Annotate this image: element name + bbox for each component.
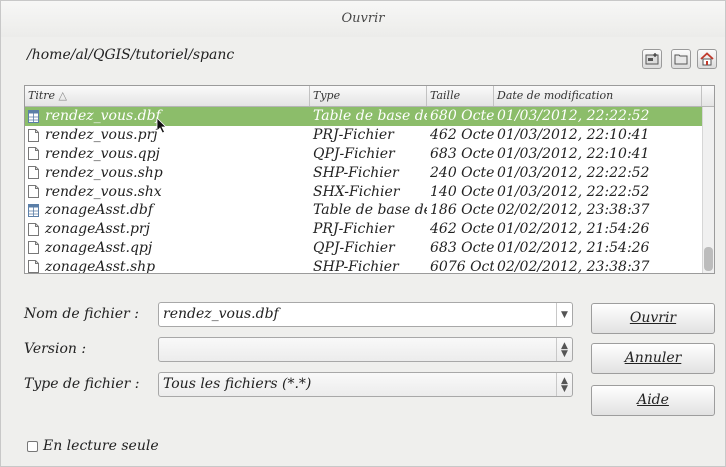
filename-input[interactable]: rendez_vous.dbf ▼ bbox=[158, 302, 573, 327]
column-header-type[interactable]: Type bbox=[310, 86, 427, 106]
current-path: /home/al/QGIS/tutoriel/spanc bbox=[27, 47, 235, 63]
file-size: 462 Octet: bbox=[430, 221, 494, 238]
file-type: Table de base de d bbox=[313, 202, 427, 219]
table-row[interactable]: rendez_vous.shx SHX-Fichier 140 Octet:01/0… bbox=[25, 182, 714, 201]
file-name: zonageAsst.prj bbox=[45, 221, 150, 238]
file-name: rendez_vous.shp bbox=[45, 164, 163, 181]
file-size: 240 Octet: bbox=[430, 164, 494, 181]
document-file-icon bbox=[28, 185, 39, 199]
new-folder-icon bbox=[645, 53, 659, 65]
window-title: Ouvrir bbox=[1, 1, 725, 37]
document-file-icon bbox=[28, 128, 39, 142]
file-size: 683 Octet: bbox=[430, 145, 494, 162]
file-modified: 01/03/2012, 22:22:52 bbox=[497, 164, 650, 181]
help-button[interactable]: Aide bbox=[591, 385, 715, 416]
table-row[interactable]: zonageAsst.qpj QPJ-Fichier 683 Octet:01/02… bbox=[25, 239, 714, 258]
file-type: PRJ-Fichier bbox=[313, 221, 394, 238]
file-list[interactable]: Titre △ Type Taille Date de modification… bbox=[24, 85, 715, 274]
table-row[interactable]: zonageAsst.dbf Table de base de d186 Octe… bbox=[25, 201, 714, 220]
document-file-icon bbox=[28, 166, 39, 180]
folder-up-button[interactable] bbox=[671, 49, 691, 69]
cancel-button[interactable]: Annuler bbox=[591, 343, 715, 374]
column-header-modified[interactable]: Date de modification bbox=[494, 86, 702, 106]
file-type: PRJ-Fichier bbox=[313, 127, 394, 144]
column-header-size[interactable]: Taille bbox=[427, 86, 494, 106]
file-size: 140 Octet: bbox=[430, 183, 494, 200]
spin-arrows-icon[interactable]: ▲ ▼ bbox=[556, 373, 572, 396]
document-file-icon bbox=[28, 241, 39, 255]
file-modified: 01/03/2012, 22:10:41 bbox=[497, 145, 650, 162]
filetype-value: Tous les fichiers (*.*) bbox=[163, 376, 312, 392]
document-file-icon bbox=[28, 147, 39, 161]
file-type: Table de base de d bbox=[313, 108, 427, 125]
new-folder-button[interactable] bbox=[642, 49, 662, 69]
scrollbar-thumb[interactable] bbox=[704, 247, 713, 271]
file-size: 186 Octet: bbox=[430, 202, 494, 219]
file-size: 683 Octet: bbox=[430, 239, 494, 256]
table-file-icon bbox=[28, 109, 39, 123]
table-row[interactable]: rendez_vous.qpj QPJ-Fichier 683 Octet:01/0… bbox=[25, 145, 714, 164]
file-type: SHP-Fichier bbox=[313, 164, 399, 181]
filetype-select[interactable]: Tous les fichiers (*.*) ▲ ▼ bbox=[158, 372, 573, 397]
chevron-down-icon[interactable]: ▼ bbox=[556, 303, 572, 326]
version-label: Version : bbox=[24, 341, 87, 357]
file-modified: 02/02/2012, 23:38:37 bbox=[497, 202, 650, 219]
mouse-cursor-icon bbox=[156, 117, 167, 134]
open-file-dialog: Ouvrir /home/al/QGIS/tutoriel/spanc Titr… bbox=[0, 0, 726, 467]
file-modified: 01/02/2012, 21:54:26 bbox=[497, 239, 650, 256]
readonly-checkbox[interactable] bbox=[27, 441, 38, 452]
filename-value: rendez_vous.dbf bbox=[163, 306, 279, 322]
file-modified: 01/03/2012, 22:22:52 bbox=[497, 183, 650, 200]
file-name: zonageAsst.dbf bbox=[45, 202, 154, 219]
file-modified: 01/02/2012, 21:54:26 bbox=[497, 221, 650, 238]
file-name: rendez_vous.prj bbox=[45, 127, 158, 144]
table-row[interactable]: rendez_vous.shp SHP-Fichier 240 Octet:01/0… bbox=[25, 163, 714, 182]
folder-up-icon bbox=[674, 54, 688, 65]
vertical-scrollbar[interactable] bbox=[702, 107, 714, 273]
readonly-label[interactable]: En lecture seule bbox=[43, 438, 159, 454]
table-row[interactable]: rendez_vous.dbf Table de base de d680 Oct… bbox=[25, 107, 714, 126]
file-rows: rendez_vous.dbfTable de base de d680 Oct… bbox=[25, 107, 714, 274]
open-button[interactable]: Ouvrir bbox=[591, 303, 715, 334]
filetype-label: Type de fichier : bbox=[24, 376, 140, 392]
table-row[interactable]: zonageAsst.prj PRJ-Fichier 462 Octet:01/02… bbox=[25, 220, 714, 239]
file-modified: 01/03/2012, 22:22:52 bbox=[497, 108, 650, 125]
file-name: zonageAsst.shp bbox=[45, 258, 156, 274]
file-list-header: Titre △ Type Taille Date de modification bbox=[25, 86, 714, 107]
file-type: QPJ-Fichier bbox=[313, 239, 395, 256]
file-modified: 02/02/2012, 23:38:37 bbox=[497, 258, 650, 274]
document-file-icon bbox=[28, 260, 39, 273]
file-size: 680 Octet: bbox=[430, 108, 494, 125]
filename-label: Nom de fichier : bbox=[24, 306, 139, 322]
file-modified: 01/03/2012, 22:10:41 bbox=[497, 127, 650, 144]
table-file-icon bbox=[28, 203, 39, 217]
file-name: rendez_vous.dbf bbox=[45, 108, 161, 125]
file-name: rendez_vous.shx bbox=[45, 183, 162, 200]
document-file-icon bbox=[28, 222, 39, 236]
file-size: 6076 Octe bbox=[430, 258, 494, 274]
home-icon bbox=[700, 52, 714, 66]
file-name: zonageAsst.qpj bbox=[45, 239, 153, 256]
table-row[interactable]: zonageAsst.shp SHP-Fichier 6076 Octe02/02/… bbox=[25, 257, 714, 274]
version-select[interactable]: ▲ ▼ bbox=[158, 337, 573, 362]
table-row[interactable]: rendez_vous.prj PRJ-Fichier 462 Octet:01/0… bbox=[25, 126, 714, 145]
file-name: rendez_vous.qpj bbox=[45, 145, 160, 162]
file-type: QPJ-Fichier bbox=[313, 145, 395, 162]
home-button[interactable] bbox=[697, 49, 717, 69]
file-type: SHP-Fichier bbox=[313, 258, 399, 274]
spin-arrows-icon[interactable]: ▲ ▼ bbox=[556, 338, 572, 361]
file-type: SHX-Fichier bbox=[313, 183, 400, 200]
column-header-name[interactable]: Titre △ bbox=[25, 86, 310, 106]
file-size: 462 Octet: bbox=[430, 127, 494, 144]
